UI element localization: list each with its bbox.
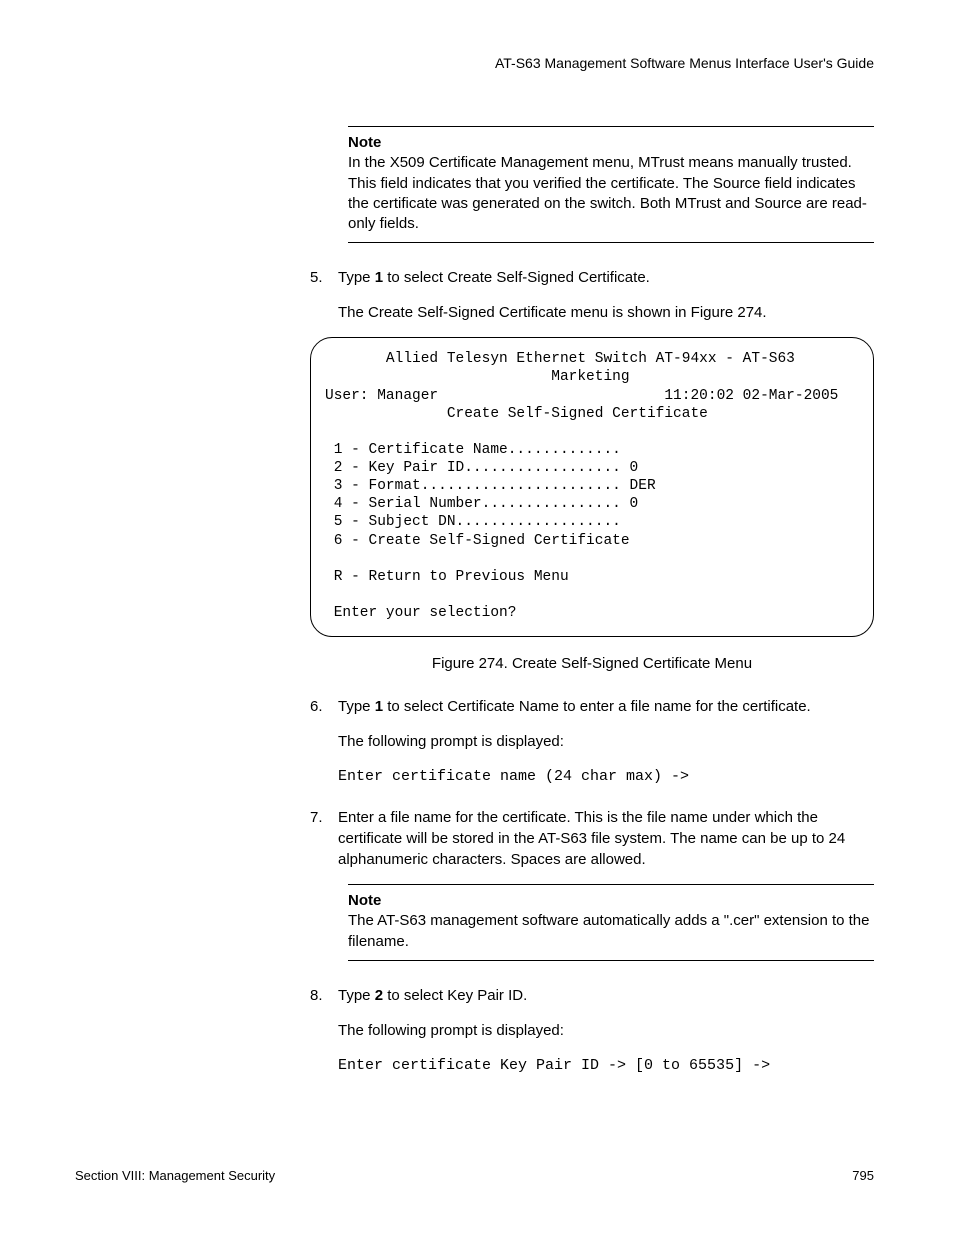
step-8: 8. Type 2 to select Key Pair ID. The fol… xyxy=(310,985,874,1076)
text: Type xyxy=(338,269,375,286)
bold-text: 1 xyxy=(375,269,383,286)
step-6: 6. Type 1 to select Certificate Name to … xyxy=(310,696,874,787)
terminal-line: Create Self-Signed Certificate xyxy=(325,406,708,422)
note-block-1: Note In the X509 Certificate Management … xyxy=(348,126,874,243)
text: Type xyxy=(338,698,375,715)
terminal-option: R - Return to Previous Menu xyxy=(325,569,569,585)
mono-prompt: Enter certificate Key Pair ID -> [0 to 6… xyxy=(338,1055,874,1076)
step-after: The following prompt is displayed: xyxy=(338,731,874,752)
terminal-prompt: Enter your selection? xyxy=(325,605,516,621)
footer-section: Section VIII: Management Security xyxy=(75,1168,275,1183)
step-7: 7. Enter a file name for the certificate… xyxy=(310,807,874,870)
step-number: 5. xyxy=(310,267,338,288)
text: to select Create Self-Signed Certificate… xyxy=(383,269,650,286)
text: to select Key Pair ID. xyxy=(383,987,527,1004)
step-after: The Create Self-Signed Certificate menu … xyxy=(338,302,874,323)
content-area: Note In the X509 Certificate Management … xyxy=(310,126,874,1076)
text: Type xyxy=(338,987,375,1004)
terminal-option: 5 - Subject DN................... xyxy=(325,514,621,530)
note-text: The AT-S63 management software automatic… xyxy=(348,911,874,952)
text: to select Certificate Name to enter a fi… xyxy=(383,698,811,715)
note-label: Note xyxy=(348,891,874,911)
header-guide-title: AT-S63 Management Software Menus Interfa… xyxy=(75,55,874,71)
step-body: Enter a file name for the certificate. T… xyxy=(338,807,874,870)
footer-page-number: 795 xyxy=(852,1168,874,1183)
bold-text: 2 xyxy=(375,987,383,1004)
figure-caption: Figure 274. Create Self-Signed Certifica… xyxy=(310,655,874,672)
step-body: Type 1 to select Certificate Name to ent… xyxy=(338,696,874,717)
terminal-option: 6 - Create Self-Signed Certificate xyxy=(325,533,630,549)
mono-prompt: Enter certificate name (24 char max) -> xyxy=(338,766,874,787)
terminal-line: Allied Telesyn Ethernet Switch AT-94xx -… xyxy=(325,351,795,367)
step-body: Type 1 to select Create Self-Signed Cert… xyxy=(338,267,874,288)
step-number: 6. xyxy=(310,696,338,717)
page: AT-S63 Management Software Menus Interfa… xyxy=(0,0,954,1235)
note-text: In the X509 Certificate Management menu,… xyxy=(348,153,874,234)
step-number: 8. xyxy=(310,985,338,1006)
note-label: Note xyxy=(348,133,874,153)
bold-text: 1 xyxy=(375,698,383,715)
page-footer: Section VIII: Management Security 795 xyxy=(75,1168,874,1183)
terminal-option: 3 - Format....................... DER xyxy=(325,478,656,494)
step-5: 5. Type 1 to select Create Self-Signed C… xyxy=(310,267,874,323)
note-block-2: Note The AT-S63 management software auto… xyxy=(348,884,874,961)
terminal-option: 1 - Certificate Name............. xyxy=(325,442,621,458)
terminal-line: Marketing xyxy=(325,369,630,385)
terminal-option: 4 - Serial Number................ 0 xyxy=(325,496,638,512)
terminal-line: User: Manager 11:20:02 02-Mar-2005 xyxy=(325,388,838,404)
step-body: Type 2 to select Key Pair ID. xyxy=(338,985,874,1006)
terminal-option: 2 - Key Pair ID.................. 0 xyxy=(325,460,638,476)
step-after: The following prompt is displayed: xyxy=(338,1020,874,1041)
terminal-output: Allied Telesyn Ethernet Switch AT-94xx -… xyxy=(310,337,874,637)
step-number: 7. xyxy=(310,807,338,870)
